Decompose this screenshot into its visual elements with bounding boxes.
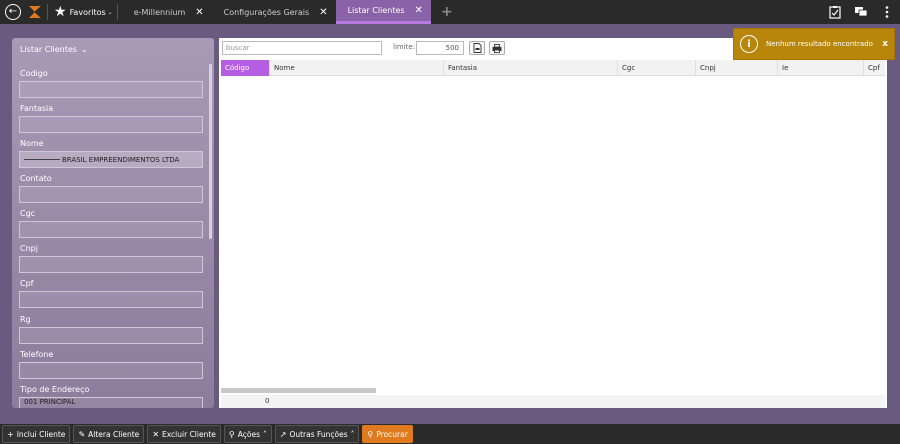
filter-panel-scrollbar[interactable] bbox=[209, 64, 212, 239]
edit-icon: ✎ bbox=[78, 429, 86, 439]
rg-label: Rg bbox=[20, 315, 31, 324]
clipboard-check-icon[interactable] bbox=[828, 5, 842, 19]
excluir-cliente-label: Excluir Cliente bbox=[162, 429, 216, 439]
notification-toast: i Nenhum resultado encontrado x bbox=[733, 28, 895, 60]
chevron-down-icon: ⌄ bbox=[80, 45, 88, 54]
contato-input[interactable] bbox=[19, 186, 203, 203]
star-icon: ★ bbox=[54, 4, 67, 20]
print-button[interactable] bbox=[489, 41, 505, 55]
chevron-down-icon: ⌄ bbox=[107, 8, 113, 16]
results-panel: buscar limite: 500 Código Nome Fantasia … bbox=[219, 38, 887, 408]
tipo-endereco-label: Tipo de Endereço bbox=[20, 385, 90, 394]
record-count: 0 bbox=[265, 397, 270, 405]
favorites-label: Favoritos bbox=[69, 7, 106, 17]
tab-label: Listar Clientes bbox=[347, 6, 405, 15]
add-tab-icon[interactable]: + bbox=[441, 4, 453, 20]
search-input[interactable]: buscar bbox=[222, 41, 382, 55]
close-icon[interactable]: ✕ bbox=[415, 5, 423, 16]
telefone-label: Telefone bbox=[20, 350, 54, 359]
tab-label: e-Millennium bbox=[133, 7, 186, 17]
telefone-input[interactable] bbox=[19, 362, 203, 379]
procurar-label: Procurar bbox=[376, 429, 408, 439]
outras-funcoes-label: Outras Funções bbox=[289, 429, 348, 439]
bottom-action-bar: + Inclui Cliente ✎ Altera Cliente ✕ Excl… bbox=[0, 424, 900, 444]
fantasia-input[interactable] bbox=[19, 116, 203, 133]
favorites-menu[interactable]: ★ Favoritos ⌄ bbox=[54, 5, 113, 19]
chevron-up-icon: ˄ bbox=[350, 429, 355, 439]
fantasia-label: Fantasia bbox=[20, 104, 54, 113]
acoes-button[interactable]: ⚲ Ações ˄ bbox=[223, 425, 272, 443]
column-ie[interactable]: Ie bbox=[778, 60, 864, 76]
grid-footer: 0 bbox=[221, 395, 885, 408]
tab-configuracoes-gerais[interactable]: Configurações Gerais ✕ bbox=[212, 0, 336, 24]
rg-input[interactable] bbox=[19, 327, 203, 344]
top-bar: ← ★ Favoritos ⌄ e-Millennium ✕ Configura… bbox=[0, 0, 900, 24]
close-icon[interactable]: x bbox=[882, 39, 888, 49]
divider bbox=[116, 4, 118, 20]
inclui-cliente-label: Inclui Cliente bbox=[16, 429, 66, 439]
contato-label: Contato bbox=[20, 174, 52, 183]
nome-label: Nome bbox=[20, 139, 44, 148]
app-logo-icon[interactable] bbox=[27, 4, 43, 20]
altera-cliente-label: Altera Cliente bbox=[88, 429, 140, 439]
chevron-up-icon: ˄ bbox=[263, 429, 267, 439]
cnpj-input[interactable] bbox=[19, 256, 203, 273]
procurar-button[interactable]: ⚲ Procurar bbox=[362, 425, 413, 443]
altera-cliente-button[interactable]: ✎ Altera Cliente bbox=[73, 425, 145, 443]
filter-panel: Listar Clientes ⌄ Codigo Fantasia Nome B… bbox=[12, 38, 214, 408]
close-icon[interactable]: ✕ bbox=[319, 7, 327, 18]
cnpj-label: Cnpj bbox=[20, 244, 38, 253]
tab-listar-clientes[interactable]: Listar Clientes ✕ bbox=[335, 0, 431, 24]
pin-icon: ⚲ bbox=[228, 429, 235, 439]
grid-header: Código Nome Fantasia Cgc Cnpj Ie Cpf bbox=[221, 60, 885, 76]
column-cnpj[interactable]: Cnpj bbox=[696, 60, 778, 76]
column-nome[interactable]: Nome bbox=[270, 60, 444, 76]
export-pdf-button[interactable] bbox=[469, 41, 485, 55]
chat-icon[interactable] bbox=[854, 5, 868, 19]
plus-icon: + bbox=[7, 429, 14, 439]
nome-input[interactable]: BRASIL EMPREENDIMENTOS LTDA bbox=[19, 151, 203, 168]
search-icon: ⚲ bbox=[367, 429, 374, 439]
pdf-icon bbox=[473, 43, 481, 53]
top-right-actions bbox=[828, 0, 894, 24]
times-icon: ✕ bbox=[152, 429, 160, 439]
inclui-cliente-button[interactable]: + Inclui Cliente bbox=[2, 425, 71, 443]
nome-value: BRASIL EMPREENDIMENTOS LTDA bbox=[62, 155, 180, 164]
back-arrow-icon[interactable]: ← bbox=[5, 4, 21, 20]
codigo-label: Codigo bbox=[20, 69, 48, 78]
column-codigo[interactable]: Código bbox=[221, 60, 270, 76]
limite-input[interactable]: 500 bbox=[416, 41, 464, 55]
kebab-menu-icon[interactable] bbox=[880, 5, 894, 19]
tab-e-millennium[interactable]: e-Millennium ✕ bbox=[122, 0, 212, 24]
tipo-endereco-select[interactable]: 001 PRINCIPAL bbox=[19, 397, 203, 408]
acoes-label: Ações bbox=[237, 429, 260, 439]
cpf-input[interactable] bbox=[19, 291, 203, 308]
outras-funcoes-button[interactable]: ↗ Outras Funções ˄ bbox=[274, 425, 360, 443]
limite-label: limite: bbox=[393, 43, 416, 51]
nome-redacted bbox=[24, 159, 60, 160]
grid-horizontal-scrollbar[interactable] bbox=[221, 388, 376, 393]
info-icon: i bbox=[740, 35, 758, 53]
excluir-cliente-button[interactable]: ✕ Excluir Cliente bbox=[147, 425, 221, 443]
printer-icon bbox=[492, 43, 502, 53]
toast-message: Nenhum resultado encontrado bbox=[766, 40, 873, 48]
cgc-label: Cgc bbox=[20, 209, 36, 218]
column-fantasia[interactable]: Fantasia bbox=[444, 60, 618, 76]
column-cpf[interactable]: Cpf bbox=[864, 60, 885, 76]
tab-label: Configurações Gerais bbox=[223, 7, 310, 17]
column-cgc[interactable]: Cgc bbox=[618, 60, 696, 76]
divider bbox=[47, 4, 48, 20]
close-icon[interactable]: ✕ bbox=[195, 7, 203, 18]
external-icon: ↗ bbox=[279, 429, 287, 439]
cpf-label: Cpf bbox=[20, 279, 34, 288]
cgc-input[interactable] bbox=[19, 221, 203, 238]
filter-panel-title[interactable]: Listar Clientes ⌄ bbox=[20, 45, 88, 54]
filter-panel-title-text: Listar Clientes bbox=[20, 45, 77, 54]
codigo-input[interactable] bbox=[19, 81, 203, 98]
